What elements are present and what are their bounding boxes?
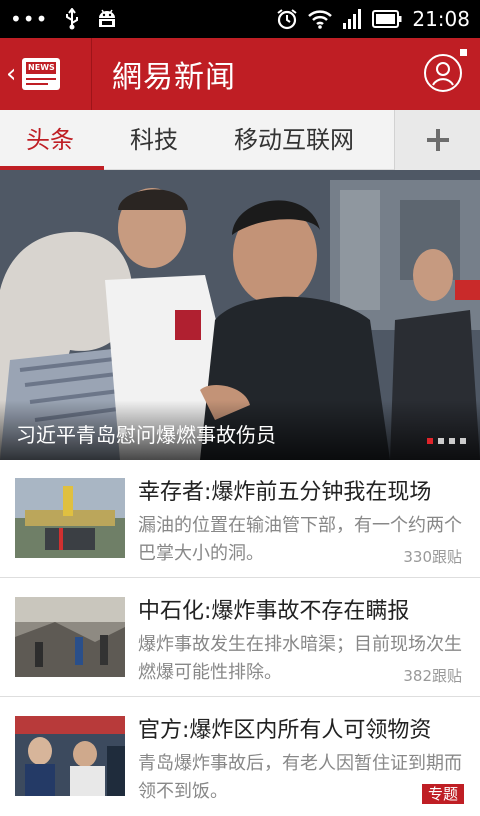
add-channel-button[interactable] [394,110,480,170]
pager-dot [438,438,444,444]
thumbnail-image [15,597,125,677]
clock: 21:08 [412,7,470,31]
battery-icon [372,10,402,28]
topic-badge: 专题 [421,784,464,804]
hero-pager [427,438,466,444]
news-title: 中石化:爆炸事故不存在瞒报 [138,599,410,624]
user-avatar-button[interactable] [424,54,462,92]
signal-icon [343,9,362,29]
user-icon [432,62,454,86]
tab-technology[interactable]: 科技 [130,110,178,170]
news-item[interactable]: 官方:爆炸区内所有人可领物资 青岛爆炸事故后，有老人因暂住证到期而领不到饭。 专… [0,698,480,816]
thumbnail-image [15,478,125,558]
logo-line [26,83,49,85]
thumbnail-image [15,716,125,796]
news-thumbnail [15,716,125,796]
plus-icon [426,129,449,151]
back-button[interactable]: ‹ NEWS [0,38,92,110]
alarm-icon [277,9,297,30]
app-title: 網易新闻 [112,60,236,95]
hero-caption: 习近平青岛慰问爆燃事故伤员 [16,423,276,447]
news-title: 幸存者:爆炸前五分钟我在现场 [138,480,432,505]
tab-mobile-internet[interactable]: 移动互联网 [234,110,354,170]
app-header: ‹ NEWS 網易新闻 [0,38,480,110]
notification-dot [459,48,468,57]
pager-dot [460,438,466,444]
news-summary: 青岛爆炸事故后，有老人因暂住证到期而领不到饭。 [138,753,462,802]
hero-banner[interactable]: 习近平青岛慰问爆燃事故伤员 [0,170,480,460]
news-thumbnail [15,597,125,677]
logo-line [26,78,57,80]
news-logo-text: NEWS [26,62,57,74]
pager-dot [449,438,455,444]
news-item[interactable]: 幸存者:爆炸前五分钟我在现场 漏油的位置在输油管下部，有一个约两个巴掌大小的洞。… [0,460,480,578]
tab-headlines[interactable]: 头条 [26,110,74,170]
news-logo-icon: NEWS [22,58,61,90]
pager-dot-active [427,438,433,444]
news-item[interactable]: 中石化:爆炸事故不存在瞒报 爆炸事故发生在排水暗渠；目前现场次生燃爆可能性排除。… [0,579,480,697]
more-dots-icon: ••• [10,7,49,31]
news-thumbnail [15,478,125,558]
back-chevron-icon: ‹ [6,59,17,89]
comment-count: 382跟贴 [403,667,462,685]
wifi-icon [308,10,333,29]
usb-icon [66,8,79,30]
status-bar: ••• 21:08 [0,0,480,38]
android-debug-icon [99,9,116,27]
news-title: 官方:爆炸区内所有人可领物资 [138,718,432,743]
comment-count: 330跟贴 [403,548,462,566]
